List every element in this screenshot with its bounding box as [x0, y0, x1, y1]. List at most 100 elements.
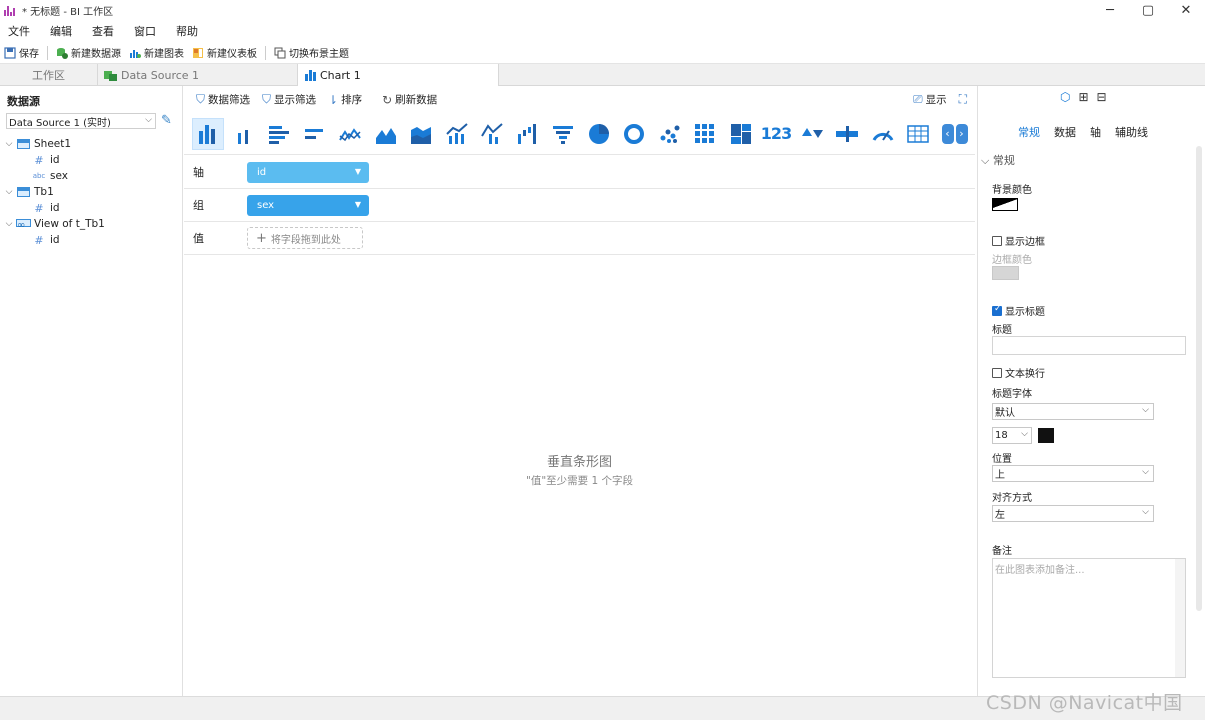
value-chart-icon: 123 [760, 124, 792, 143]
chevron-down-icon[interactable]: ⌵ [2, 139, 16, 149]
datasource-select[interactable]: Data Source 1 (实时) ⌵ [6, 113, 156, 129]
title-input[interactable] [992, 336, 1186, 355]
heatmap-icon [695, 123, 714, 143]
chart-type-pie[interactable] [583, 118, 615, 150]
switch-theme-label: 切换布景主题 [289, 49, 349, 60]
tree-field-sex[interactable]: abc sex [0, 168, 183, 184]
chart-type-vertical-bar-thin[interactable] [228, 118, 260, 150]
group-shelf-label: 组 [193, 199, 204, 212]
tab-chart[interactable]: Chart 1 [298, 64, 499, 86]
chart-type-up-down[interactable] [796, 118, 828, 150]
tree-node-view[interactable]: ⌵ View of t_Tb1 [0, 216, 183, 232]
tree-node-sheet1[interactable]: ⌵ Sheet1 [0, 136, 183, 152]
table-icon [16, 187, 30, 197]
note-textarea[interactable]: 在此图表添加备注... [992, 558, 1186, 678]
cube-icon[interactable]: ⬡ [1060, 90, 1070, 104]
new-dashboard-button[interactable]: 新建仪表板 [192, 45, 257, 60]
layout-icon[interactable]: ⊞ [1078, 90, 1088, 104]
chart-type-table[interactable] [902, 118, 934, 150]
tree-field-id[interactable]: # id [0, 232, 183, 248]
show-border-checkbox[interactable]: 显示边框 [992, 233, 1045, 248]
menu-file[interactable]: 文件 [8, 23, 30, 39]
data-filter-button[interactable]: ⛉ 数据筛选 [196, 92, 250, 107]
chart-type-scatter[interactable] [654, 118, 686, 150]
menu-help[interactable]: 帮助 [176, 23, 198, 39]
minimize-button[interactable]: ─ [1091, 0, 1129, 20]
edit-datasource-icon[interactable]: ✎ [161, 113, 172, 128]
chart-placeholder-title: 垂直条形图 [546, 455, 612, 470]
tab-guides[interactable]: 辅助线 [1115, 124, 1148, 140]
tab-datasource[interactable]: Data Source 1 [98, 64, 298, 86]
border-color-swatch[interactable] [992, 266, 1019, 280]
menu-window[interactable]: 窗口 [134, 23, 156, 39]
chart-type-value[interactable]: 123 [760, 118, 792, 150]
tab-data[interactable]: 数据 [1054, 124, 1076, 140]
properties-scrollbar[interactable] [1196, 146, 1202, 611]
display-filter-button[interactable]: ⛉ 显示筛选 [262, 92, 316, 107]
section-general[interactable]: ⌵ 常规 [981, 152, 1015, 168]
save-button[interactable]: 保存 [4, 45, 39, 60]
note-scrollbar[interactable] [1175, 559, 1185, 677]
chart-type-line-combo[interactable] [476, 118, 508, 150]
position-select[interactable]: 上 ⌵ [992, 465, 1154, 482]
chevron-down-icon[interactable]: ⌵ [2, 187, 16, 197]
chart-type-donut[interactable] [618, 118, 650, 150]
value-drop-zone[interactable]: + 将字段拖到此处 [247, 227, 363, 249]
group-field-pill[interactable]: sex ▼ [247, 194, 369, 216]
tab-axis[interactable]: 轴 [1090, 124, 1101, 140]
font-color-swatch[interactable] [1038, 428, 1054, 443]
sort-button[interactable]: ⇂ 排序 [328, 92, 362, 107]
title-font-select[interactable]: 默认 ⌵ [992, 403, 1154, 420]
chevron-right-icon[interactable]: › [955, 123, 968, 144]
refresh-button[interactable]: ↻ 刷新数据 [382, 92, 437, 107]
align-value: 左 [995, 510, 1005, 521]
chart-type-funnel[interactable] [547, 118, 579, 150]
chevron-down-icon: ⌵ [145, 115, 152, 125]
align-select[interactable]: 左 ⌵ [992, 505, 1154, 522]
chart-type-gauge[interactable] [867, 118, 899, 150]
chart-type-bullet[interactable] [831, 118, 863, 150]
chart-type-treemap[interactable] [725, 118, 757, 150]
bg-color-swatch[interactable] [992, 198, 1018, 211]
tab-workspace[interactable]: 工作区 [0, 64, 98, 86]
value-shelf-label: 值 [193, 232, 204, 245]
wrap-text-checkbox[interactable]: 文本换行 [992, 365, 1045, 380]
tree-field-label: sex [50, 170, 68, 182]
new-datasource-button[interactable]: 新建数据源 [56, 45, 121, 60]
window-controls: ─ ▢ ✕ [1091, 0, 1205, 20]
chevron-down-icon: ▼ [354, 199, 361, 209]
menu-edit[interactable]: 编辑 [50, 23, 72, 39]
align-icon[interactable]: ⊟ [1097, 90, 1107, 104]
chart-type-bar-line[interactable] [441, 118, 473, 150]
filter-icon: ⛉ [262, 92, 272, 106]
fullscreen-icon[interactable]: ⛶ [959, 92, 967, 107]
datasource-icon [104, 71, 117, 81]
chart-type-waterfall[interactable] [512, 118, 544, 150]
chart-type-line[interactable] [334, 118, 366, 150]
stacked-area-icon [411, 126, 431, 144]
font-size-select[interactable]: 18 ⌵ [992, 427, 1032, 444]
chart-type-heatmap[interactable] [689, 118, 721, 150]
chart-type-horizontal-bar[interactable] [263, 118, 295, 150]
display-button[interactable]: ⎚ 显示 [913, 92, 947, 107]
chart-icon [305, 70, 316, 81]
tree-field-id[interactable]: # id [0, 200, 183, 216]
tree-node-tb1[interactable]: ⌵ Tb1 [0, 184, 183, 200]
show-title-checkbox[interactable]: 显示标题 [992, 303, 1045, 318]
close-button[interactable]: ✕ [1167, 0, 1205, 20]
chart-type-horizontal-bar-thin[interactable] [299, 118, 331, 150]
menu-view[interactable]: 查看 [92, 23, 114, 39]
axis-field-pill[interactable]: id ▼ [247, 161, 369, 183]
tree-field-id[interactable]: # id [0, 152, 183, 168]
tab-general[interactable]: 常规 [1018, 124, 1040, 140]
new-chart-button[interactable]: 新建图表 [129, 45, 184, 60]
chart-type-area-stacked[interactable] [405, 118, 437, 150]
maximize-button[interactable]: ▢ [1129, 0, 1167, 20]
chart-type-vertical-bar[interactable] [192, 117, 224, 150]
tree-node-label: Sheet1 [34, 138, 72, 150]
chevron-left-icon[interactable]: ‹ [941, 123, 954, 144]
chevron-down-icon[interactable]: ⌵ [2, 219, 16, 229]
switch-theme-button[interactable]: 切换布景主题 [274, 45, 349, 60]
tab-datasource-label: Data Source 1 [121, 68, 200, 82]
chart-type-area[interactable] [370, 118, 402, 150]
